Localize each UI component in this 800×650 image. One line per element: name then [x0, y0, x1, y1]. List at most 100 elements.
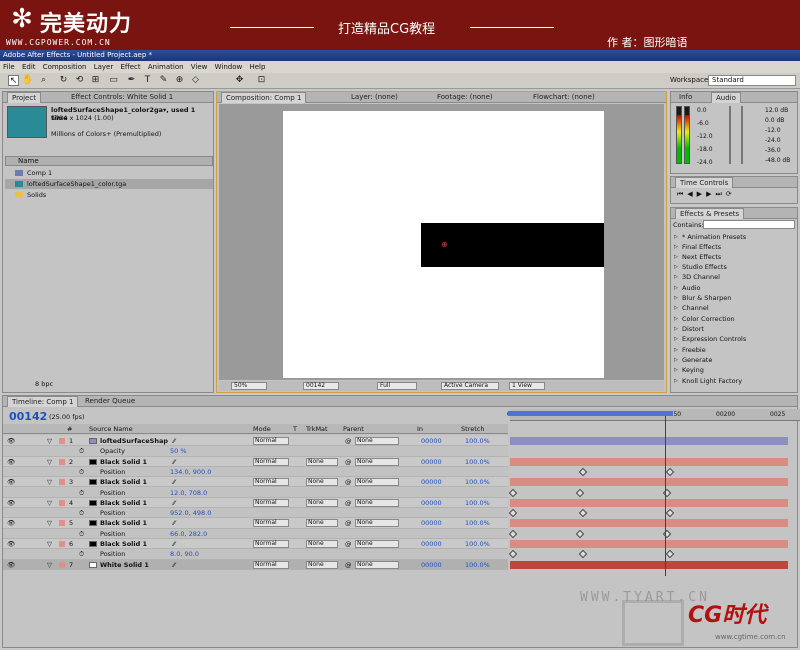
menu-file[interactable]: File [3, 61, 15, 73]
effect-category[interactable]: Generate [674, 355, 712, 365]
effect-category[interactable]: Final Effects [674, 242, 721, 252]
twirl-arrow-icon[interactable]: ▽ [47, 436, 52, 446]
effect-category[interactable]: Audio [674, 283, 700, 293]
menu-help[interactable]: Help [249, 61, 265, 73]
layer-duration-bar[interactable] [510, 498, 788, 507]
table-row[interactable]: 👁 ▽ 7 White Solid 1 ⁄⁄ Normal None @ None 00000 10… [3, 559, 508, 570]
in-point[interactable]: 00000 [421, 477, 442, 487]
timeline-timecode[interactable]: 00142 [9, 410, 47, 423]
workspace-dropdown[interactable]: Standard [708, 75, 796, 86]
stretch-value[interactable]: 100.0% [465, 498, 490, 508]
mode-dropdown[interactable]: Normal [253, 457, 289, 466]
effect-category[interactable]: Next Effects [674, 252, 721, 262]
layer-name[interactable]: Black Solid 1 [100, 539, 147, 549]
property-value[interactable]: 134.0, 900.0 [170, 467, 211, 477]
timeline-track[interactable] [508, 436, 799, 446]
in-point[interactable]: 00000 [421, 560, 442, 570]
keyframe-icon[interactable] [508, 529, 518, 538]
label-color[interactable] [59, 520, 65, 527]
mode-dropdown[interactable]: Normal [253, 560, 289, 569]
tab-info[interactable]: Info [675, 92, 696, 103]
menu-animation[interactable]: Animation [148, 61, 184, 73]
zoom-dropdown[interactable]: 50% [231, 382, 267, 390]
tab-effects-presets[interactable]: Effects & Presets [675, 208, 745, 219]
stopwatch-icon[interactable]: ⏱ [79, 446, 84, 456]
resolution-dropdown[interactable]: Full [377, 382, 417, 390]
switches-icon[interactable]: ⁄⁄ [173, 560, 175, 570]
label-color[interactable] [59, 499, 65, 506]
property-row[interactable]: ⏱ Position 134.0, 900.0 [3, 466, 508, 478]
visibility-eye-icon[interactable]: 👁 [7, 560, 15, 570]
pickwhip-icon[interactable]: @ [345, 518, 352, 528]
timeline-track[interactable] [508, 467, 799, 477]
tab-project[interactable]: Project [7, 92, 41, 103]
keyframe-icon[interactable] [665, 467, 675, 477]
layer-duration-bar[interactable] [510, 540, 788, 548]
pickwhip-icon[interactable]: @ [345, 436, 352, 446]
effect-category[interactable]: Freebie [674, 345, 706, 355]
keyframe-icon[interactable] [508, 508, 518, 518]
menu-window[interactable]: Window [215, 61, 243, 73]
name-column-header[interactable]: Name [5, 156, 213, 166]
effect-category[interactable]: Keying [674, 365, 704, 375]
layer-duration-bar[interactable] [510, 457, 788, 466]
stopwatch-icon[interactable]: ⏱ [79, 467, 84, 477]
layer-name[interactable]: White Solid 1 [100, 560, 149, 570]
effect-category[interactable]: Channel [674, 303, 709, 313]
property-value[interactable]: 8.0, 90.0 [170, 549, 199, 559]
hand-tool-icon[interactable]: ✋ [22, 75, 33, 86]
selection-tool-icon[interactable]: ↖ [8, 75, 19, 86]
stopwatch-icon[interactable]: ⏱ [79, 488, 84, 498]
in-point[interactable]: 00000 [421, 436, 442, 446]
effect-category[interactable]: Studio Effects [674, 262, 727, 272]
menu-layer[interactable]: Layer [94, 61, 114, 73]
mode-dropdown[interactable]: Normal [253, 540, 289, 548]
text-tool-icon[interactable]: T [142, 75, 153, 86]
twirl-arrow-icon[interactable]: ▽ [47, 518, 52, 528]
rectangle-mask-icon[interactable]: ▭ [108, 75, 119, 86]
list-item[interactable]: Solids [5, 190, 213, 200]
current-time-indicator[interactable] [665, 416, 666, 576]
keyframe-icon[interactable] [665, 550, 675, 559]
tab-composition[interactable]: Composition: Comp 1 [221, 92, 307, 103]
timeline-track[interactable] [508, 549, 799, 559]
table-row[interactable]: 👁 ▽ 1 loftedSurfaceShap ⁄⁄ Normal @ None 00000 10… [3, 436, 508, 447]
keyframe-icon[interactable] [578, 508, 588, 518]
menu-edit[interactable]: Edit [22, 61, 36, 73]
label-color[interactable] [59, 561, 65, 568]
trkmat-dropdown[interactable]: None [306, 540, 338, 548]
zoom-tool-icon[interactable]: ⌕ [38, 75, 49, 86]
timeline-track[interactable] [508, 539, 799, 549]
keyframe-icon[interactable] [508, 488, 518, 497]
table-row[interactable]: 👁 ▽ 5 Black Solid 1 ⁄⁄ Normal None @ None 00000 10… [3, 518, 508, 529]
table-row[interactable]: 👁 ▽ 3 Black Solid 1 ⁄⁄ Normal None @ None 00000 10… [3, 477, 508, 488]
twirl-arrow-icon[interactable]: ▽ [47, 477, 52, 487]
property-row[interactable]: ⏱ Opacity 50 % [3, 446, 508, 457]
table-row[interactable]: 👁 ▽ 2 Black Solid 1 ⁄⁄ Normal None @ None 00000 10… [3, 456, 508, 467]
label-color[interactable] [59, 458, 65, 465]
pickwhip-icon[interactable]: @ [345, 498, 352, 508]
in-point[interactable]: 00000 [421, 457, 442, 467]
stopwatch-icon[interactable]: ⏱ [79, 549, 84, 559]
stretch-value[interactable]: 100.0% [465, 518, 490, 528]
label-color[interactable] [59, 479, 65, 486]
stretch-value[interactable]: 100.0% [465, 457, 490, 467]
switches-icon[interactable]: ⁄⁄ [173, 436, 175, 446]
work-area-bar[interactable] [508, 411, 674, 416]
property-value[interactable]: 66.0, 282.0 [170, 529, 207, 539]
tab-layer[interactable]: Layer: (none) [347, 92, 402, 103]
tab-flowchart[interactable]: Flowchart: (none) [529, 92, 599, 103]
timeline-track[interactable] [508, 508, 799, 518]
pickwhip-icon[interactable]: @ [345, 477, 352, 487]
world-axis-icon[interactable]: ⊡ [256, 75, 267, 86]
effect-category[interactable]: Knoll Light Factory [674, 376, 742, 386]
stretch-value[interactable]: 100.0% [465, 477, 490, 487]
switches-icon[interactable]: ⁄⁄ [173, 498, 175, 508]
parent-dropdown[interactable]: None [355, 519, 399, 528]
audio-slider-left[interactable] [729, 106, 731, 164]
property-row[interactable]: ⏱ Position 66.0, 282.0 [3, 528, 508, 539]
visibility-eye-icon[interactable]: 👁 [7, 539, 15, 549]
property-value[interactable]: 50 % [170, 446, 187, 456]
clone-stamp-icon[interactable]: ⊕ [174, 75, 185, 86]
layer-duration-bar[interactable] [510, 478, 788, 487]
